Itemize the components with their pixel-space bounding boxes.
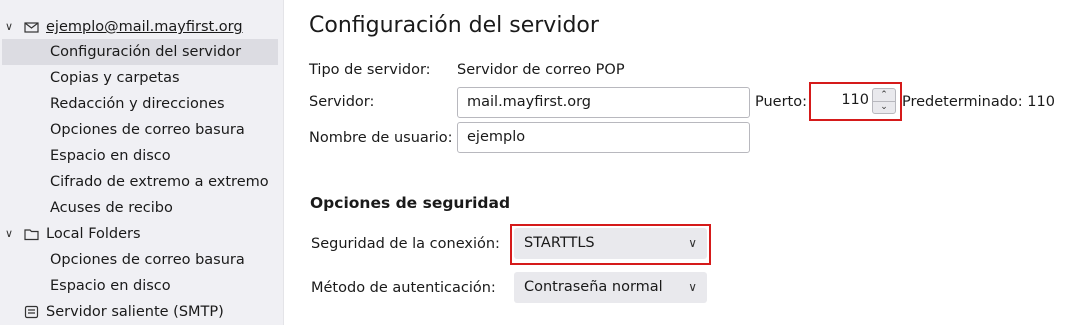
chevron-down-icon: ∨ [688,236,697,250]
local-folders-name: Local Folders [46,226,141,242]
sidebar-item-local-junk[interactable]: Opciones de correo basura [0,247,284,273]
sidebar-item-disk-space[interactable]: Espacio en disco [0,143,284,169]
sidebar-item-label: Redacción y direcciones [50,96,225,112]
port-label: Puerto: [755,94,808,110]
connection-security-label: Seguridad de la conexión: [311,236,500,252]
server-hostname-input[interactable]: mail.mayfirst.org [457,87,750,118]
connection-security-select[interactable]: STARTTLS ∨ [514,228,707,259]
sidebar-item-label: Espacio en disco [50,148,171,164]
connection-security-value: STARTTLS [524,235,595,251]
server-type-value: Servidor de correo POP [457,62,625,78]
sidebar-item-label: Espacio en disco [50,278,171,294]
security-section-heading: Opciones de seguridad [310,194,511,212]
sidebar-item-receipts[interactable]: Acuses de recibo [0,195,284,221]
auth-method-select[interactable]: Contraseña normal ∨ [514,272,707,303]
sidebar-item-label: Configuración del servidor [50,44,242,60]
sidebar-item-copies-folders[interactable]: Copias y carpetas [0,65,284,91]
tree-local-folders-root[interactable]: ∨ Local Folders [0,221,284,247]
sidebar-item-junk[interactable]: Opciones de correo basura [0,117,284,143]
page-title: Configuración del servidor [309,13,599,38]
port-highlight-box: 110 ⌃ ⌄ [809,82,902,121]
sidebar-item-label: Opciones de correo basura [50,122,245,138]
folder-icon [24,221,40,247]
server-label: Servidor: [309,94,375,110]
sidebar: ∨ ejemplo@mail.mayfirst.org Configuració… [0,0,284,325]
sidebar-item-server-settings[interactable]: Configuración del servidor [2,39,278,65]
account-name: ejemplo@mail.mayfirst.org [46,19,243,35]
server-settings-panel: Configuración del servidor Tipo de servi… [285,0,1073,325]
port-spinner[interactable]: ⌃ ⌄ [872,88,896,114]
tree-account-root[interactable]: ∨ ejemplo@mail.mayfirst.org [0,14,284,40]
server-type-label: Tipo de servidor: [309,62,431,78]
auth-method-label: Método de autenticación: [311,280,496,296]
sidebar-item-label: Cifrado de extremo a extremo [50,174,269,190]
mail-account-icon [24,14,40,40]
sidebar-item-smtp[interactable]: Servidor saliente (SMTP) [0,299,284,325]
chevron-down-icon: ∨ [688,280,697,294]
chevron-down-icon[interactable]: ∨ [5,221,17,247]
sidebar-item-label: Copias y carpetas [50,70,180,86]
port-input[interactable]: 110 [815,87,869,114]
smtp-label: Servidor saliente (SMTP) [46,304,224,320]
sidebar-item-composition[interactable]: Redacción y direcciones [0,91,284,117]
sidebar-item-local-disk-space[interactable]: Espacio en disco [0,273,284,299]
chevron-down-icon[interactable]: ∨ [5,14,17,40]
username-input[interactable]: ejemplo [457,122,750,153]
spin-down-icon[interactable]: ⌄ [873,101,895,113]
port-default-text: Predeterminado: 110 [902,94,1055,110]
outgoing-server-icon [24,299,40,325]
sidebar-item-e2e-encryption[interactable]: Cifrado de extremo a extremo [0,169,284,195]
sidebar-item-label: Opciones de correo basura [50,252,245,268]
username-label: Nombre de usuario: [309,130,453,146]
auth-method-value: Contraseña normal [524,279,663,295]
sidebar-item-label: Acuses de recibo [50,200,173,216]
